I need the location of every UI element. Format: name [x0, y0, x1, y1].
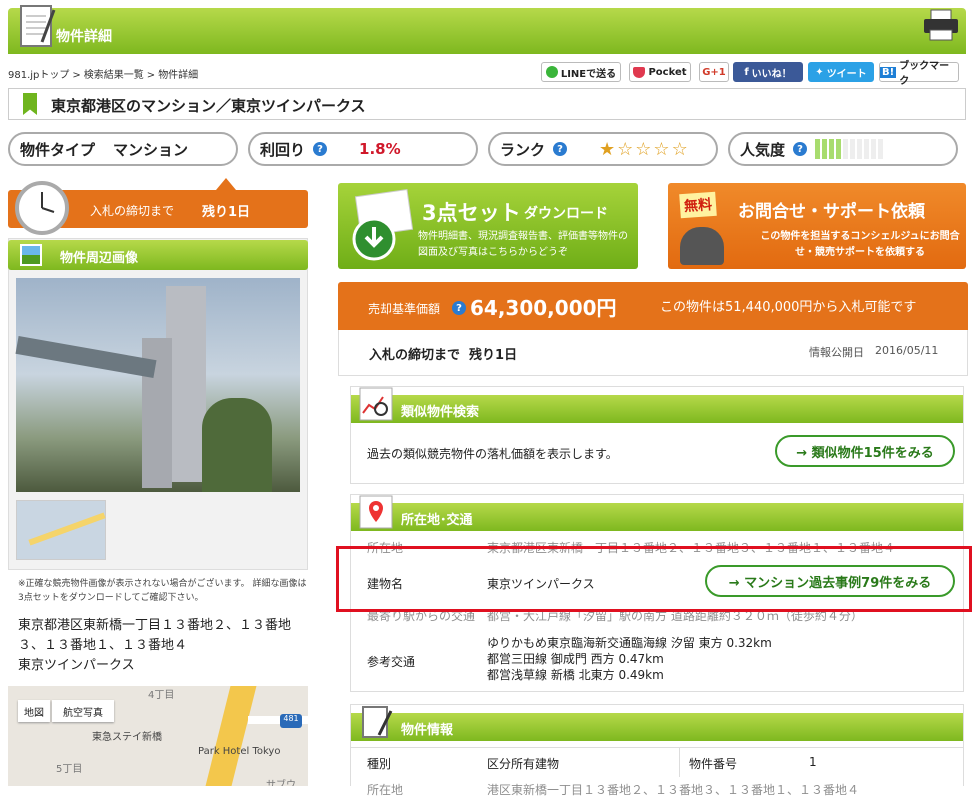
hatena-bookmark-button[interactable]: B! ブックマーク	[879, 61, 959, 87]
building-name: 東京ツインパークス	[18, 658, 135, 673]
popularity-meter	[815, 139, 884, 159]
price-value: 64,300,000円	[470, 296, 617, 320]
breadcrumb: 981.jpトップ > 検索結果一覧 > 物件詳細	[8, 70, 199, 81]
map-pin-icon	[359, 495, 393, 529]
chart-magnifier-icon	[359, 387, 393, 421]
map-label-hotel: Park Hotel Tokyo	[198, 746, 281, 757]
printer-icon[interactable]	[922, 8, 960, 42]
street-photo[interactable]	[15, 278, 300, 492]
help-icon[interactable]: ?	[452, 301, 466, 315]
help-icon[interactable]: ?	[793, 142, 808, 156]
notebook-icon	[362, 706, 393, 738]
facebook-icon: f	[744, 66, 749, 78]
tower-image	[166, 286, 206, 482]
price-banner: 売却基準価額 ? 64,300,000円 この物件は51,440,000円から入…	[338, 282, 968, 330]
landscape-icon	[20, 244, 42, 266]
map-tab[interactable]: 地図	[18, 700, 50, 722]
highlight-box	[336, 546, 972, 612]
twitter-icon: ✦	[815, 66, 824, 78]
min-bid-note: この物件は51,440,000円から入札可能です	[660, 300, 917, 315]
help-icon[interactable]: ?	[553, 142, 568, 156]
line-icon	[545, 66, 558, 78]
gplus-button[interactable]: G+1	[699, 62, 729, 82]
rank-pill: ランク? ★☆☆☆☆	[488, 132, 718, 166]
property-title: 東京都港区のマンション／東京ツインパークス	[51, 97, 366, 115]
bookmark-icon	[23, 93, 37, 115]
facebook-like-button[interactable]: f いいね！	[733, 62, 803, 82]
info-header: 物件情報	[351, 706, 963, 741]
similar-header: 類似物件検索	[351, 387, 963, 423]
property-title-bar: 東京都港区のマンション／東京ツインパークス	[8, 88, 966, 120]
photo-section-header: 物件周辺画像	[8, 240, 308, 270]
pocket-button[interactable]: Pocket	[629, 62, 691, 82]
breadcrumb-results[interactable]: 検索結果一覧	[84, 70, 144, 81]
download-3set-button[interactable]: 3点セット ダウンロード 物件明細書、現況調査報告書、評価書等物件の図面及び写真…	[338, 183, 638, 269]
similar-properties-button[interactable]: → 類似物件15件をみる	[775, 435, 955, 467]
breadcrumb-home[interactable]: 981.jpトップ	[8, 70, 69, 81]
free-badge: 無料	[679, 191, 717, 219]
inquiry-support-button[interactable]: 無料 お問合せ・サポート依頼 この物件を担当するコンシェルジュにお問合せ・競売サ…	[668, 183, 966, 269]
address-text: 東京都港区東新橋一丁目１３番地２、１３番地３、１３番地１、１３番地４ 東京ツイン…	[18, 616, 308, 676]
property-type-pill: 物件タイプ マンション	[8, 132, 238, 166]
map-label-hotel: 東急ステイ新橋	[92, 732, 162, 743]
breadcrumb-current: 物件詳細	[158, 70, 199, 81]
pocket-icon	[633, 66, 646, 78]
help-icon[interactable]: ?	[313, 142, 328, 156]
aerial-tab[interactable]: 航空写真	[52, 700, 114, 722]
yield-pill: 利回り? 1.8%	[248, 132, 478, 166]
reference-transport: ゆりかもめ東京臨海新交通臨海線 汐留 東方 0.32km 都営三田線 御成門 西…	[487, 636, 772, 682]
clock-icon	[15, 181, 69, 235]
property-info-panel: 物件情報 種別 区分所有建物 物件番号 1 所在地 港区東新橋一丁目１３番地２、１３番…	[350, 704, 964, 797]
highway	[15, 335, 157, 379]
photo-note: ※正確な競売物件画像が表示されない場合がございます。 詳細な画像は3点セットをダ…	[18, 579, 307, 603]
location-header: 所在地･交通	[351, 495, 963, 531]
similar-search-panel: 類似物件検索 過去の類似競売物件の落札価額を表示します。 → 類似物件15件をみ…	[350, 386, 964, 484]
google-map[interactable]: 地図 航空写真 481 4丁目 東急ステイ新橋 Park Hotel Tokyo…	[8, 686, 308, 786]
map-thumbnail[interactable]	[16, 500, 106, 560]
tweet-button[interactable]: ✦ ツイート	[808, 62, 874, 82]
popularity-pill: 人気度?	[728, 132, 958, 166]
header-title: 物件詳細	[56, 29, 112, 45]
line-share-button[interactable]: LINEで送る	[541, 62, 621, 82]
route-shield: 481	[280, 714, 302, 728]
download-icon	[352, 189, 414, 261]
notepad-icon	[20, 5, 56, 47]
rank-stars: ★☆☆☆☆	[599, 138, 690, 160]
price-details: 入札の締切まで 残り1日 情報公開日 2016/05/11	[338, 330, 968, 376]
concierge-icon	[680, 227, 724, 265]
page-header	[8, 8, 966, 54]
trees	[202, 398, 272, 492]
